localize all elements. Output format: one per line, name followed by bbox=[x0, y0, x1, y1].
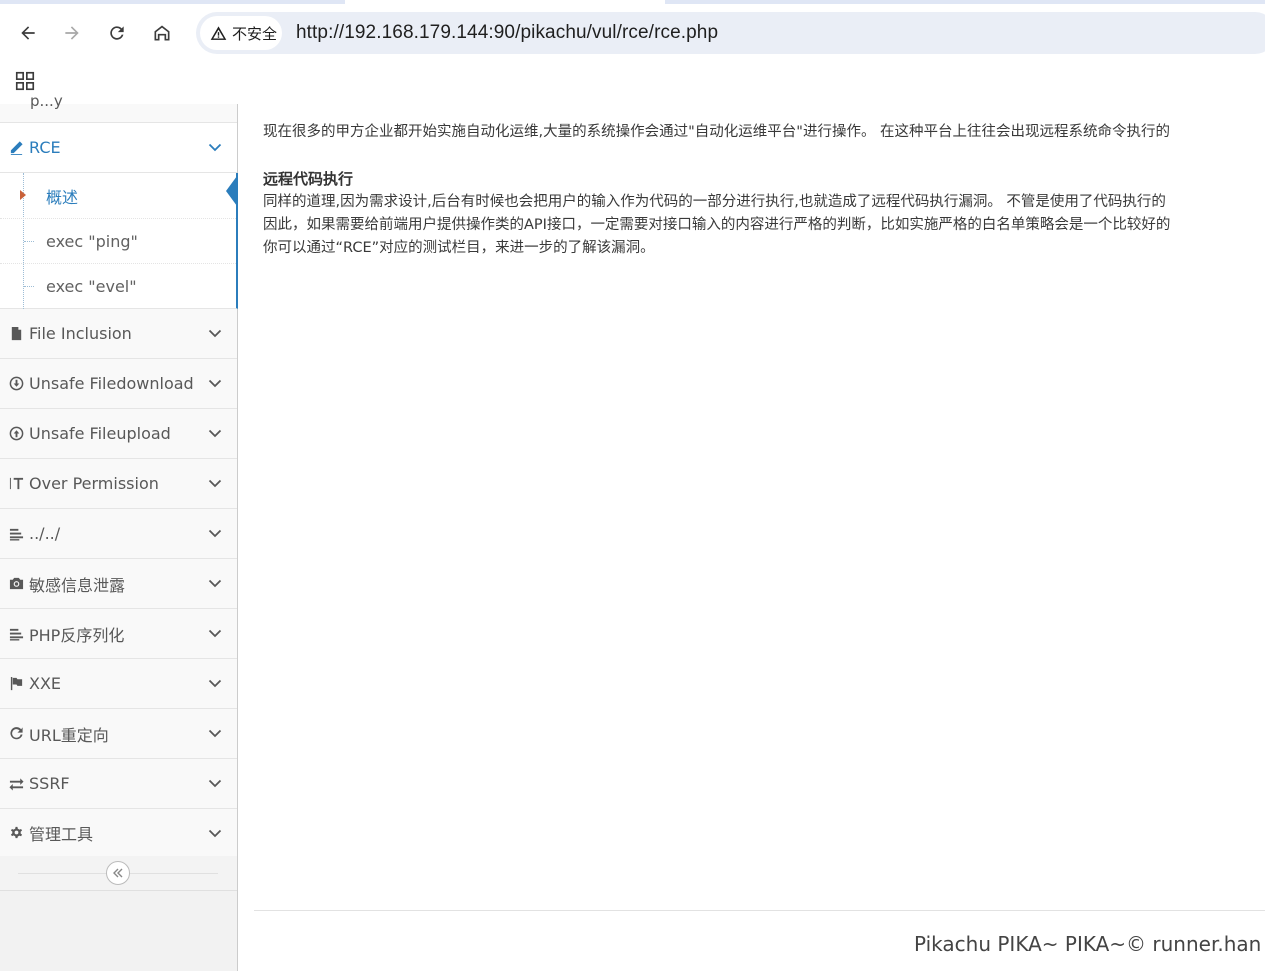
section-heading: 远程代码执行 bbox=[263, 170, 354, 188]
sidebar-item-rce-label: RCE bbox=[29, 138, 61, 157]
sidebar-item-url-redirect[interactable]: URL重定向 bbox=[0, 709, 237, 759]
flag-icon bbox=[8, 676, 24, 692]
chevron-down-icon bbox=[208, 479, 222, 488]
body-line-2: 因此，如果需要给前端用户提供操作类的API接口，一定需要对接口输入的内容进行严格… bbox=[263, 217, 1171, 233]
chevron-down-icon bbox=[208, 379, 222, 388]
chevron-down-icon bbox=[208, 329, 222, 338]
arrow-left-icon bbox=[21, 26, 35, 40]
sidebar-item-admin-tools[interactable]: 管理工具 bbox=[0, 809, 237, 857]
text-height-icon bbox=[8, 476, 24, 492]
chevron-down-icon bbox=[208, 779, 222, 788]
intro-paragraph: 现在很多的甲方企业都开始实施自动化运维,大量的系统操作会通过"自动化运维平台"进… bbox=[263, 124, 1171, 140]
sidebar-item-label: SSRF bbox=[29, 774, 70, 793]
active-tab-edge[interactable] bbox=[345, 0, 665, 4]
submenu-item-exec-ping[interactable]: exec "ping" bbox=[0, 218, 236, 263]
refresh-icon bbox=[8, 726, 24, 742]
file-icon bbox=[8, 326, 24, 342]
sidebar-item-unsafe-fileupload[interactable]: Unsafe Fileupload bbox=[0, 409, 237, 459]
pencil-icon bbox=[8, 140, 24, 156]
warning-icon bbox=[210, 25, 227, 40]
tab-strip bbox=[0, 0, 1265, 4]
sidebar-item-dir-traversal[interactable]: ../../ bbox=[0, 509, 237, 559]
forward-button[interactable] bbox=[57, 18, 87, 48]
bookmarks-bar bbox=[0, 66, 1265, 105]
back-button[interactable] bbox=[13, 18, 43, 48]
sidebar-item-rce[interactable]: RCE bbox=[0, 123, 237, 173]
sidebar-item-label: 管理工具 bbox=[29, 824, 94, 844]
security-chip[interactable]: 不安全 bbox=[200, 16, 282, 50]
browser-toolbar: 不安全 http://192.168.179.144:90/pikachu/vu… bbox=[0, 0, 1265, 66]
caret-right-icon bbox=[20, 190, 26, 200]
sidebar-item-label: Unsafe Fileupload bbox=[29, 424, 171, 443]
reload-icon bbox=[110, 26, 124, 40]
chevron-down-icon bbox=[208, 143, 222, 152]
double-chevron-left-icon bbox=[113, 868, 123, 878]
body-line-3: 你可以通过“RCE”对应的测试栏目，来进一步的了解该漏洞。 bbox=[263, 240, 655, 256]
cog-icon bbox=[8, 825, 24, 841]
sidebar-item-label: URL重定向 bbox=[29, 725, 109, 745]
sidebar-item-info-leak[interactable]: 敏感信息泄露 bbox=[0, 559, 237, 609]
submenu-item-label: exec "ping" bbox=[46, 231, 138, 251]
sidebar-item-partial-label: p...y bbox=[30, 92, 63, 110]
sidebar-item-label: File Inclusion bbox=[29, 324, 132, 343]
download-circle-icon bbox=[8, 376, 24, 392]
reload-button[interactable] bbox=[102, 18, 132, 48]
sidebar-collapse-row bbox=[0, 856, 237, 891]
sidebar-item-php-unserialize[interactable]: PHP反序列化 bbox=[0, 609, 237, 659]
tree-dash bbox=[24, 286, 34, 287]
submenu-item-overview[interactable]: 概述 bbox=[0, 173, 236, 218]
active-pointer bbox=[226, 176, 237, 206]
exchange-icon bbox=[8, 776, 24, 792]
home-button[interactable] bbox=[147, 18, 177, 48]
tree-dash bbox=[24, 241, 34, 242]
chevron-down-icon bbox=[208, 729, 222, 738]
sidebar-item-label: 敏感信息泄露 bbox=[29, 575, 126, 595]
sidebar-item-label: PHP反序列化 bbox=[29, 625, 125, 645]
sidebar-item-label: Unsafe Filedownload bbox=[29, 374, 194, 393]
sidebar-item-label: ../../ bbox=[29, 524, 61, 543]
sidebar-item-ssrf[interactable]: SSRF bbox=[0, 759, 237, 809]
arrow-right-icon bbox=[65, 26, 79, 40]
footer-text: Pikachu PIKA~ PIKA~© runner.han bbox=[914, 932, 1262, 956]
chevron-down-icon bbox=[208, 629, 222, 638]
chevron-down-icon bbox=[208, 679, 222, 688]
submenu-item-exec-evel[interactable]: exec "evel" bbox=[0, 263, 236, 308]
submenu-item-label: 概述 bbox=[46, 187, 79, 207]
body-line-1: 同样的道理,因为需求设计,后台有时候也会把用户的输入作为代码的一部分进行执行,也… bbox=[263, 194, 1166, 210]
sidebar-item-unsafe-filedownload[interactable]: Unsafe Filedownload bbox=[0, 359, 237, 409]
page: p...y RCE 概述 exec "ping" exec "evel" Fil… bbox=[0, 92, 1265, 971]
align-left-icon bbox=[8, 526, 24, 542]
camera-icon bbox=[8, 576, 24, 592]
submenu-item-label: exec "evel" bbox=[46, 276, 137, 296]
sidebar: p...y RCE 概述 exec "ping" exec "evel" Fil… bbox=[0, 92, 238, 971]
sidebar-item-over-permission[interactable]: Over Permission bbox=[0, 459, 237, 509]
sidebar-item-partial[interactable]: p...y bbox=[0, 92, 237, 123]
sidebar-collapse-button[interactable] bbox=[106, 861, 130, 885]
sidebar-item-xxe[interactable]: XXE bbox=[0, 659, 237, 709]
home-icon bbox=[154, 25, 170, 41]
chevron-down-icon bbox=[208, 579, 222, 588]
footer-divider bbox=[254, 910, 1265, 911]
url-text[interactable]: http://192.168.179.144:90/pikachu/vul/rc… bbox=[296, 22, 718, 44]
security-label: 不安全 bbox=[232, 24, 278, 43]
upload-circle-icon bbox=[8, 426, 24, 442]
sidebar-item-label: XXE bbox=[29, 674, 62, 693]
main-content: 现在很多的甲方企业都开始实施自动化运维,大量的系统操作会通过"自动化运维平台"进… bbox=[238, 104, 1265, 971]
chevron-down-icon bbox=[208, 429, 222, 438]
chevron-down-icon bbox=[208, 529, 222, 538]
chevron-down-icon bbox=[208, 829, 222, 838]
sidebar-item-label: Over Permission bbox=[29, 474, 159, 493]
apps-grid-icon[interactable] bbox=[14, 70, 36, 92]
align-left-icon bbox=[8, 626, 24, 642]
sidebar-item-file-inclusion[interactable]: File Inclusion bbox=[0, 309, 237, 359]
address-bar[interactable]: 不安全 http://192.168.179.144:90/pikachu/vu… bbox=[196, 12, 1265, 54]
rce-submenu: 概述 exec "ping" exec "evel" bbox=[0, 173, 238, 309]
